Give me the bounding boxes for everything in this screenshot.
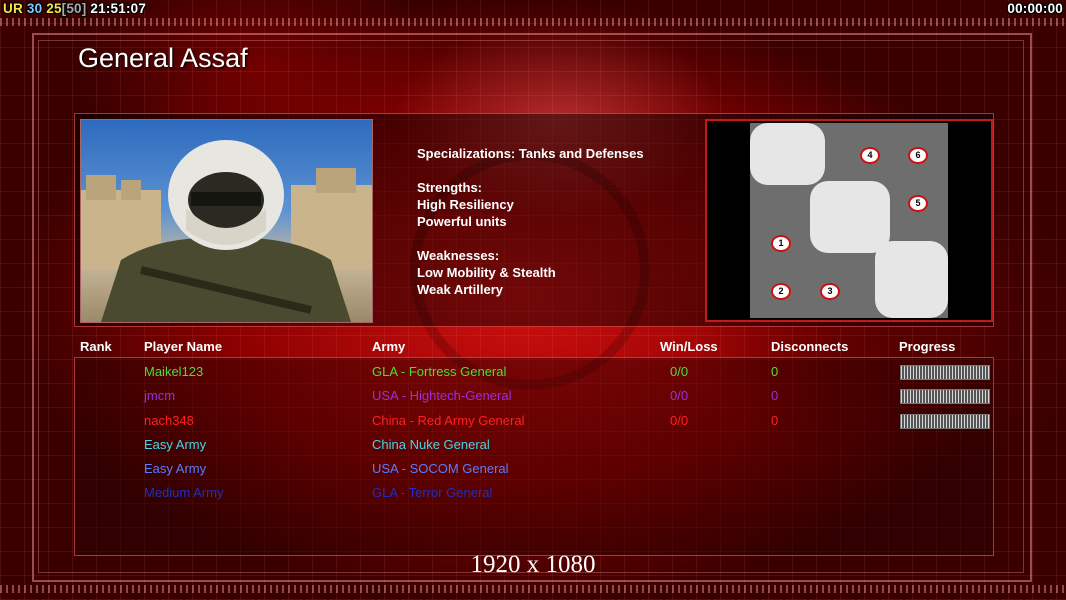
- start-position-marker[interactable]: 4: [860, 147, 880, 164]
- hud-bracket-value: [50]: [61, 1, 87, 16]
- start-position-marker[interactable]: 6: [908, 147, 928, 164]
- column-header-disconnects: Disconnects: [771, 339, 849, 354]
- weakness-item: Weak Artillery: [417, 282, 503, 297]
- player-progress-bar: [900, 389, 990, 404]
- specializations-text: Specializations: Tanks and Defenses: [417, 146, 644, 161]
- player-name: Maikel123: [144, 364, 204, 379]
- player-row[interactable]: Easy Army USA - SOCOM General: [0, 458, 1066, 478]
- strength-item: Powerful units: [417, 214, 507, 229]
- player-row[interactable]: Medium Army GLA - Terror General: [0, 482, 1066, 502]
- player-army: China - Red Army General: [372, 413, 525, 428]
- player-army: GLA - Fortress General: [372, 364, 507, 379]
- player-disconnects: 0: [771, 413, 779, 428]
- player-name: nach348: [144, 413, 194, 428]
- player-row[interactable]: Maikel123 GLA - Fortress General 0/0 0: [0, 361, 1066, 381]
- player-row[interactable]: Easy Army China Nuke General: [0, 434, 1066, 454]
- player-disconnects: 0: [771, 364, 779, 379]
- player-win-loss: 0/0: [670, 413, 689, 428]
- player-name: Medium Army: [144, 485, 224, 500]
- start-position-marker[interactable]: 3: [820, 283, 840, 300]
- player-win-loss: 0/0: [670, 388, 689, 403]
- weakness-item: Low Mobility & Stealth: [417, 265, 556, 280]
- general-title: General Assaf: [78, 43, 248, 73]
- resolution-caption: 1920 x 1080: [470, 551, 596, 578]
- hud-latency: 25: [46, 1, 62, 16]
- player-army: GLA - Terror General: [372, 485, 493, 500]
- general-portrait: [80, 119, 373, 323]
- player-row[interactable]: jmcm USA - Hightech-General 0/0 0: [0, 385, 1066, 405]
- hud-clock: 21:51:07: [90, 1, 147, 16]
- top-strip: [0, 18, 1066, 26]
- player-row[interactable]: nach348 China - Red Army General 0/0 0: [0, 410, 1066, 430]
- player-army: China Nuke General: [372, 437, 490, 452]
- strengths-header: Strengths:: [417, 180, 482, 195]
- hud-stats: UR 30 25[50] 21:51:07: [3, 1, 146, 16]
- player-name: Easy Army: [144, 437, 207, 452]
- map-preview[interactable]: 4 6 5 1 2 3: [705, 119, 993, 322]
- strength-item: High Resiliency: [417, 197, 514, 212]
- hud-timer: 00:00:00: [1007, 1, 1063, 16]
- column-header-rank: Rank: [80, 339, 112, 354]
- hud-ur-label: UR: [3, 1, 23, 16]
- column-header-win-loss: Win/Loss: [660, 339, 718, 354]
- player-progress-bar: [900, 414, 990, 429]
- bottom-strip: [0, 585, 1066, 593]
- map-snow-area: [750, 123, 825, 185]
- map-snow-area: [810, 181, 890, 253]
- player-name: jmcm: [144, 388, 176, 403]
- start-position-marker[interactable]: 1: [771, 235, 791, 252]
- weaknesses-header: Weaknesses:: [417, 248, 500, 263]
- map-snow-area: [875, 241, 948, 318]
- hud-fps: 30: [26, 1, 43, 16]
- column-header-army: Army: [372, 339, 406, 354]
- portrait-image: [81, 140, 372, 322]
- player-name: Easy Army: [144, 461, 207, 476]
- player-army: USA - Hightech-General: [372, 388, 512, 403]
- start-position-marker[interactable]: 5: [908, 195, 928, 212]
- column-header-player-name: Player Name: [144, 339, 223, 354]
- player-army: USA - SOCOM General: [372, 461, 509, 476]
- column-header-progress: Progress: [899, 339, 956, 354]
- general-specs: Specializations: Tanks and Defenses Stre…: [417, 145, 644, 298]
- player-progress-bar: [900, 365, 990, 380]
- player-win-loss: 0/0: [670, 364, 689, 379]
- player-disconnects: 0: [771, 388, 779, 403]
- start-position-marker[interactable]: 2: [771, 283, 791, 300]
- map-minimap[interactable]: 4 6 5 1 2 3: [750, 123, 948, 318]
